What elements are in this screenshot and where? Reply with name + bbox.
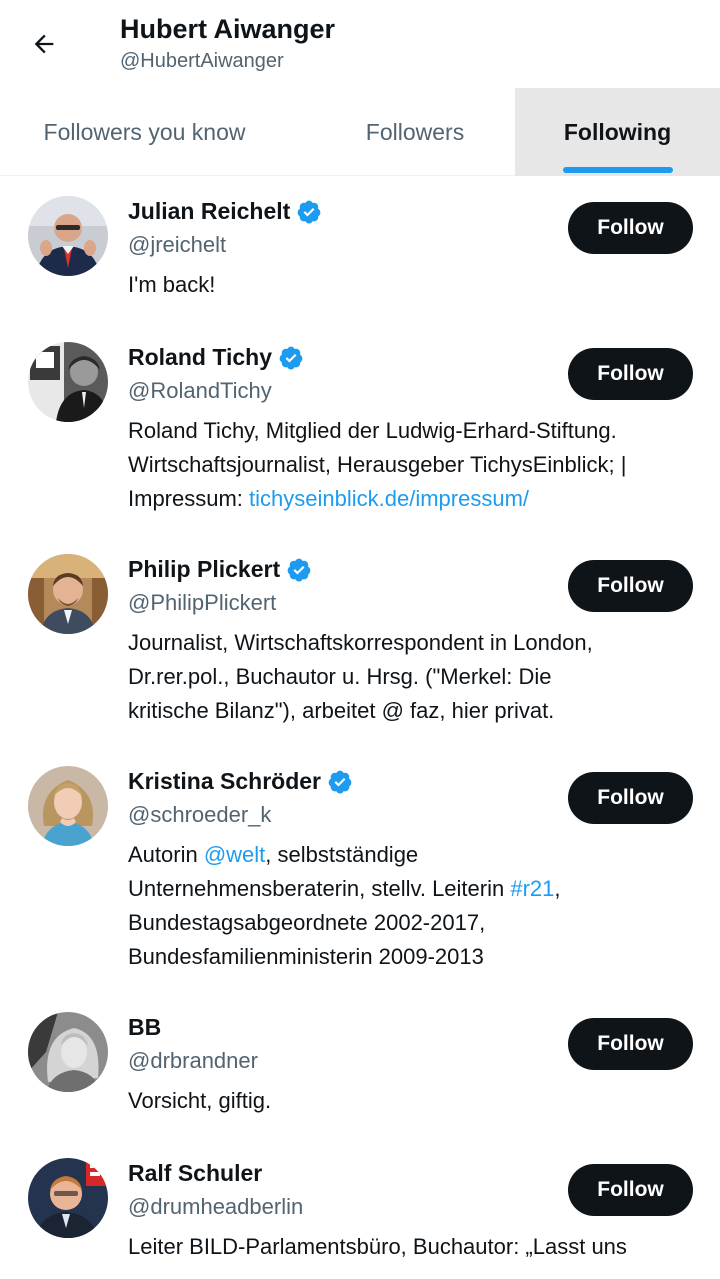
- list-item[interactable]: BB @drbrandner Vorsicht, giftig. Follow: [0, 992, 720, 1138]
- tab-following[interactable]: Following: [515, 88, 720, 176]
- follow-button[interactable]: Follow: [568, 348, 693, 400]
- bio-text: ,: [554, 876, 561, 901]
- bio-line: Impressum: tichyseinblick.de/impressum/: [128, 482, 698, 516]
- bio-line: Autorin @welt, selbstständige: [128, 838, 698, 872]
- user-handle: @jreichelt: [128, 232, 227, 257]
- user-name-text: Ralf Schuler: [128, 1160, 263, 1186]
- avatar[interactable]: [28, 1158, 108, 1238]
- bio-text: Unternehmensberaterin, stellv. Leiterin: [128, 876, 511, 901]
- bio-line: Dr.rer.pol., Buchautor u. Hrsg. ("Merkel…: [128, 664, 552, 689]
- user-bio: Autorin @welt, selbstständige Unternehme…: [128, 838, 698, 974]
- follow-button[interactable]: Follow: [568, 1018, 693, 1070]
- back-arrow-icon: [34, 34, 54, 54]
- bio-text: Impressum:: [128, 486, 250, 511]
- mention-link[interactable]: @welt: [204, 842, 265, 867]
- bio-link[interactable]: tichyseinblick.de/impressum/: [249, 486, 529, 511]
- user-name[interactable]: Ralf Schuler: [128, 1160, 262, 1187]
- bio-line: Vorsicht, giftig.: [128, 1088, 272, 1113]
- user-name-text: Philip Plickert: [128, 556, 281, 582]
- user-name[interactable]: Julian Reichelt: [128, 198, 322, 225]
- avatar[interactable]: [28, 342, 108, 422]
- tab-label: Followers you know: [43, 118, 246, 145]
- bio-text: Autorin: [128, 842, 204, 867]
- user-handle: @PhilipPlickert: [128, 590, 277, 615]
- bio-line: Journalist, Wirtschaftskorrespondent in …: [128, 630, 593, 655]
- user-name-text: Julian Reichelt: [128, 198, 291, 224]
- user-name-text: Roland Tichy: [128, 344, 272, 370]
- user-name[interactable]: BB: [128, 1014, 161, 1041]
- user-bio: Leiter BILD-Parlamentsbüro, Buchautor: „…: [128, 1230, 698, 1264]
- tab-label: Following: [563, 118, 672, 145]
- follow-button[interactable]: Follow: [568, 1164, 693, 1216]
- follow-button[interactable]: Follow: [568, 560, 693, 612]
- tab-label: Followers: [365, 118, 465, 145]
- user-name[interactable]: Kristina Schröder: [128, 768, 353, 795]
- verified-badge-icon: [278, 345, 304, 371]
- avatar[interactable]: [28, 1012, 108, 1092]
- user-handle: @RolandTichy: [128, 378, 272, 403]
- user-handle: @drbrandner: [128, 1048, 258, 1073]
- user-name[interactable]: Philip Plickert: [128, 556, 312, 583]
- follow-button[interactable]: Follow: [568, 772, 693, 824]
- verified-badge-icon: [286, 557, 312, 583]
- user-bio: Roland Tichy, Mitglied der Ludwig-Erhard…: [128, 414, 698, 516]
- profile-header: Hubert Aiwanger @HubertAiwanger: [0, 0, 720, 88]
- avatar[interactable]: [28, 196, 108, 276]
- bio-line: Bundestagsabgeordnete 2002-2017,: [128, 910, 486, 935]
- verified-badge-icon: [296, 199, 322, 225]
- verified-badge-icon: [327, 769, 353, 795]
- avatar[interactable]: [28, 766, 108, 846]
- list-item[interactable]: Roland Tichy @RolandTichy Roland Tichy, …: [0, 322, 720, 534]
- bio-line: Wirtschaftsjournalist, Herausgeber Tichy…: [128, 452, 627, 477]
- bio-line: Roland Tichy, Mitglied der Ludwig-Erhard…: [128, 418, 617, 443]
- user-bio: Journalist, Wirtschaftskorrespondent in …: [128, 626, 698, 728]
- user-handle: @schroeder_k: [128, 802, 272, 827]
- user-bio: I'm back!: [128, 268, 698, 302]
- user-handle: @drumheadberlin: [128, 1194, 304, 1219]
- list-item[interactable]: Julian Reichelt @jreichelt I'm back! Fol…: [0, 176, 720, 322]
- bio-line: Bundesfamilienministerin 2009-2013: [128, 944, 484, 969]
- tab-bar: Followers you know Followers Following: [0, 88, 720, 176]
- bio-line: kritische Bilanz"), arbeitet @ faz, hier…: [128, 698, 555, 723]
- tab-followers-you-know[interactable]: Followers you know: [0, 88, 315, 176]
- user-bio: Vorsicht, giftig.: [128, 1084, 698, 1118]
- profile-name: Hubert Aiwanger: [120, 14, 336, 44]
- list-item[interactable]: Philip Plickert @PhilipPlickert Journali…: [0, 534, 720, 746]
- list-item[interactable]: Kristina Schröder @schroeder_k Autorin @…: [0, 746, 720, 992]
- hashtag-link[interactable]: #r21: [510, 876, 554, 901]
- back-button[interactable]: [22, 22, 66, 66]
- app: Hubert Aiwanger @HubertAiwanger Follower…: [0, 0, 720, 1279]
- tab-followers[interactable]: Followers: [315, 88, 515, 176]
- avatar[interactable]: [28, 554, 108, 634]
- bio-text: , selbstständige: [265, 842, 419, 867]
- follow-button[interactable]: Follow: [568, 202, 693, 254]
- list-item[interactable]: Ralf Schuler @drumheadberlin Leiter BILD…: [0, 1138, 720, 1279]
- bio-line: Unternehmensberaterin, stellv. Leiterin …: [128, 872, 698, 906]
- active-tab-indicator: [563, 167, 673, 173]
- user-name-text: Kristina Schröder: [128, 768, 321, 794]
- following-list: Julian Reichelt @jreichelt I'm back! Fol…: [0, 176, 720, 1259]
- user-name[interactable]: Roland Tichy: [128, 344, 304, 371]
- bio-line: I'm back!: [128, 272, 216, 297]
- bio-line: Leiter BILD-Parlamentsbüro, Buchautor: „…: [128, 1234, 627, 1259]
- user-name-text: BB: [128, 1014, 162, 1040]
- profile-handle: @HubertAiwanger: [120, 50, 284, 72]
